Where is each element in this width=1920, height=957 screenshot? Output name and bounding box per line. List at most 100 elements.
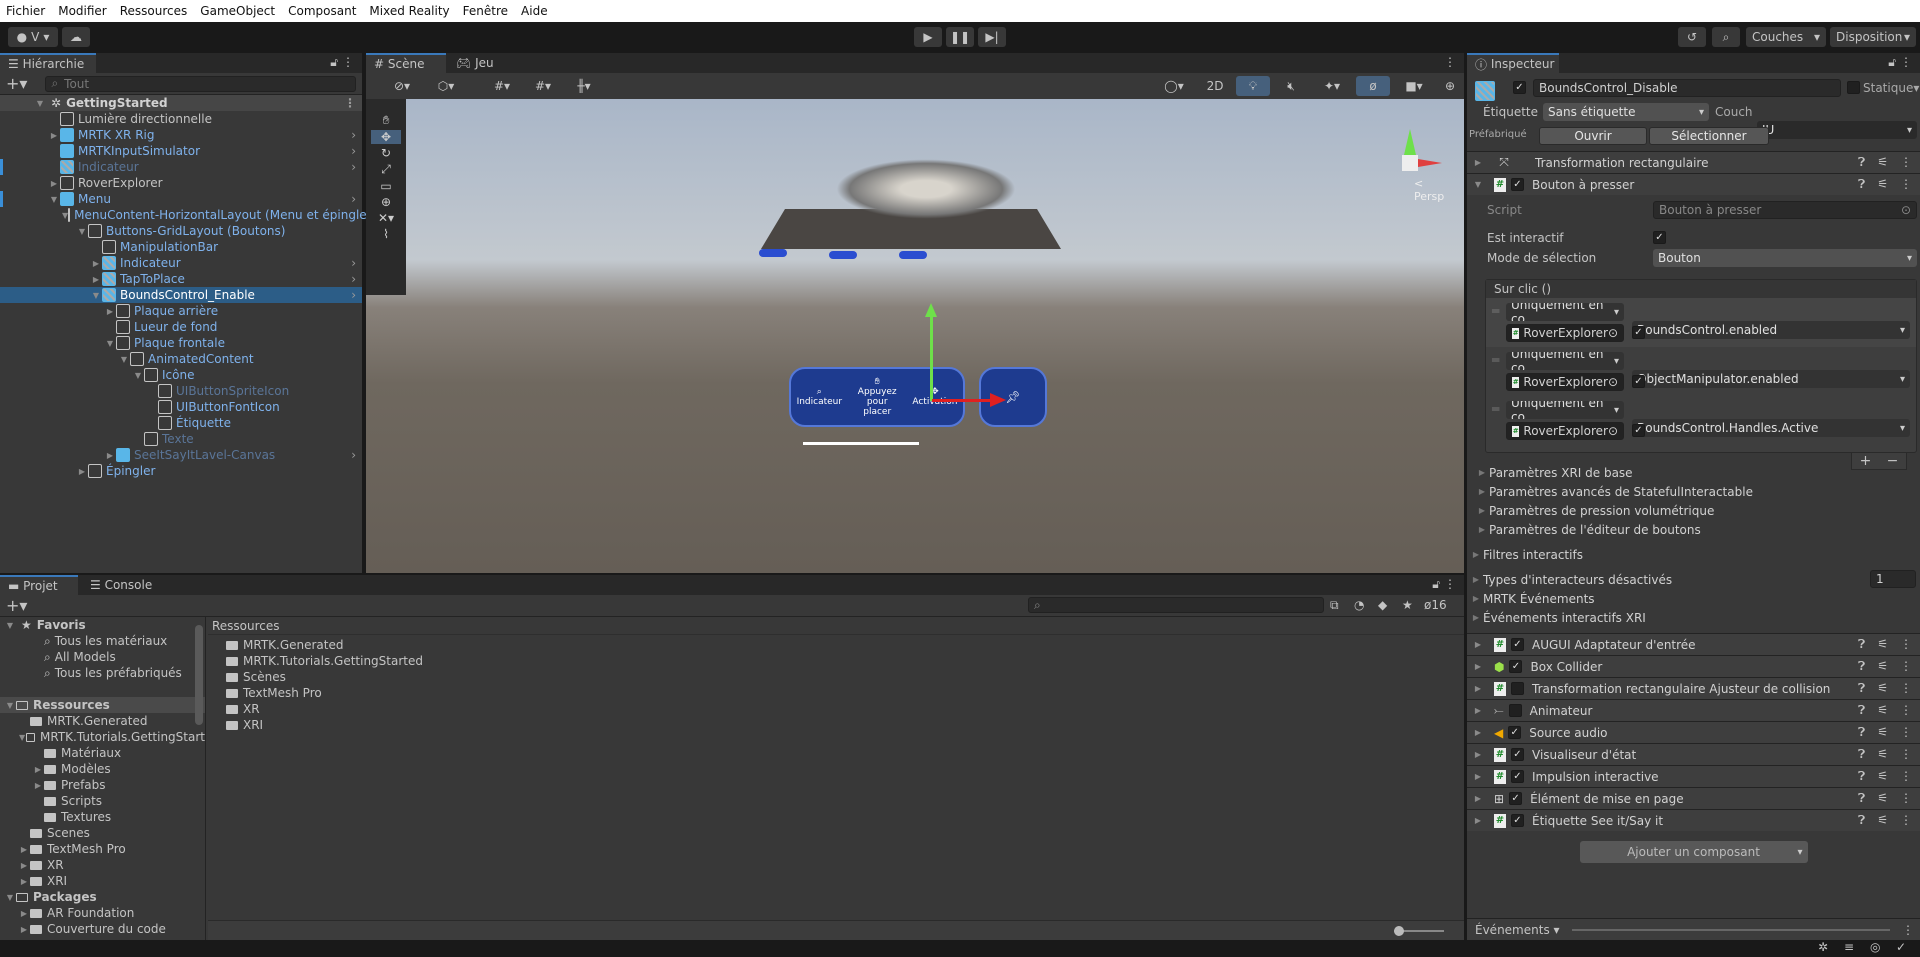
preset-icon[interactable]: ⚟ xyxy=(1877,769,1888,784)
filters-foldout[interactable]: ▶Filtres interactifs xyxy=(1467,545,1920,564)
component-header[interactable]: ▶◀✓Source audio❓︎⚟⋮ xyxy=(1467,721,1920,743)
scale-tool-icon[interactable]: ⤢ xyxy=(381,162,391,177)
hierarchy-item[interactable]: ▼Icône xyxy=(0,367,362,383)
rotate-tool-icon[interactable]: ↻ xyxy=(381,146,391,160)
camera-dropdown[interactable]: ■▾ xyxy=(1394,76,1434,96)
favorite-icon[interactable]: ★ xyxy=(1402,598,1413,612)
debug-icon[interactable]: ✲ xyxy=(1818,940,1828,954)
more-icon[interactable]: ⋮ xyxy=(1900,791,1912,806)
menu-item[interactable]: Composant xyxy=(288,4,356,18)
tag-dropdown[interactable]: Sans étiquette xyxy=(1543,103,1709,121)
transform-tool-icon[interactable]: ⊕ xyxy=(381,195,391,209)
event-function-dropdown[interactable]: ObjectManipulator.enabled xyxy=(1632,370,1910,388)
2d-toggle[interactable]: 2D xyxy=(1198,76,1232,96)
account-dropdown[interactable]: ● V▾ xyxy=(8,27,58,47)
component-header[interactable]: ▶#✓Étiquette See it/Say it❓︎⚟⋮ xyxy=(1467,809,1920,831)
history-icon[interactable]: ↺ xyxy=(1678,27,1706,47)
tree-scrollbar[interactable] xyxy=(195,625,203,725)
preset-icon[interactable]: ⚟ xyxy=(1877,725,1888,740)
project-tree-item[interactable]: ▶Couverture du code xyxy=(0,921,205,937)
preset-icon[interactable]: ⚟ xyxy=(1877,155,1888,170)
component-header[interactable]: ▶#✓Impulsion interactive❓︎⚟⋮ xyxy=(1467,765,1920,787)
static-dropdown[interactable]: Statique▾ xyxy=(1863,81,1919,95)
object-picker-icon[interactable]: ⊙ xyxy=(1608,375,1618,389)
project-tree-item[interactable]: ▶Prefabs xyxy=(0,777,205,793)
help-icon[interactable]: ❓︎ xyxy=(1858,791,1865,806)
component-enabled-checkbox[interactable]: ✓ xyxy=(1509,792,1522,805)
effects-dropdown[interactable]: ✦▾ xyxy=(1312,76,1352,96)
more-icon[interactable]: ⋮ xyxy=(1900,659,1912,674)
chevron-right-icon[interactable]: › xyxy=(351,192,356,206)
project-tree-item[interactable]: Textures xyxy=(0,809,205,825)
hierarchy-search-input[interactable]: ⌕ Tout xyxy=(45,76,356,92)
component-enabled-checkbox[interactable]: ✓ xyxy=(1511,638,1524,651)
mrtk-events-foldout[interactable]: ▶MRTK Événements xyxy=(1467,589,1920,608)
rect-tool-icon[interactable]: ▭ xyxy=(380,179,391,193)
hierarchy-item[interactable]: ▶RoverExplorer xyxy=(0,175,362,191)
menu-item[interactable]: Fenêtre xyxy=(463,4,508,18)
layers-dropdown[interactable]: Couches▾ xyxy=(1746,27,1826,47)
more-icon[interactable]: ⋮ xyxy=(1900,681,1912,696)
orientation-gizmo[interactable]: < Persp xyxy=(1376,129,1446,199)
project-tree-item[interactable]: ▶TextMesh Pro xyxy=(0,841,205,857)
hierarchy-item[interactable]: ▼Menu› xyxy=(0,191,362,207)
audio-toggle[interactable]: 🔇︎ xyxy=(1274,76,1308,96)
component-enabled-checkbox[interactable]: ✓ xyxy=(1508,726,1521,739)
hierarchy-item[interactable]: ▶Plaque arrière xyxy=(0,303,362,319)
check-icon[interactable]: ✓ xyxy=(1896,940,1906,954)
select-prefab-button[interactable]: Sélectionner xyxy=(1649,127,1769,145)
preset-icon[interactable]: ⚟ xyxy=(1877,791,1888,806)
scene-viewport[interactable]: ✋︎✥↻⤢▭⊕✕▾⌇ ⌕Indicateur ✋︎Appuyez pour pl… xyxy=(366,99,1464,573)
component-header[interactable]: ▶⤚Animateur❓︎⚟⋮ xyxy=(1467,699,1920,721)
chevron-right-icon[interactable]: › xyxy=(351,272,356,286)
component-enabled-checkbox[interactable]: ✓ xyxy=(1511,748,1524,761)
event-target-field[interactable]: #RoverExplorer⊙ xyxy=(1506,373,1624,391)
project-tree-item[interactable]: ▶XR xyxy=(0,857,205,873)
settings-foldout[interactable]: ▶Paramètres avancés de StatefulInteracta… xyxy=(1475,482,1920,501)
event-target-field[interactable]: #RoverExplorer⊙ xyxy=(1506,324,1624,342)
increment-dropdown[interactable]: ╫▾ xyxy=(564,76,604,96)
tab-project[interactable]: ▬ Projet xyxy=(0,575,78,595)
expand-arrow-icon[interactable]: ▶ xyxy=(104,307,116,316)
folder-item[interactable]: TextMesh Pro xyxy=(226,685,1464,701)
project-tree-item[interactable]: ⌕Tous les préfabriqués xyxy=(0,665,205,681)
project-tree-item[interactable]: ▶AR Foundation xyxy=(0,905,205,921)
create-button[interactable]: +▾ xyxy=(6,596,27,615)
breadcrumb[interactable]: Ressources xyxy=(208,617,1464,635)
event-argument-checkbox[interactable]: ✓ xyxy=(1632,424,1645,437)
more-icon[interactable]: ⋮ xyxy=(1900,637,1912,652)
hierarchy-item[interactable]: Texte xyxy=(0,431,362,447)
menu-item[interactable]: Aide xyxy=(521,4,548,18)
component-enabled-checkbox[interactable]: ✓ xyxy=(1511,178,1524,191)
component-enabled-checkbox[interactable] xyxy=(1509,704,1522,717)
event-argument-checkbox[interactable]: ✓ xyxy=(1632,326,1645,339)
menu-item[interactable]: Ressources xyxy=(120,4,188,18)
project-tree-item[interactable]: Scenes xyxy=(0,825,205,841)
more-icon[interactable]: ⋮ xyxy=(1444,577,1456,591)
expand-arrow-icon[interactable]: ▶ xyxy=(90,259,102,268)
custom-tool-icon[interactable]: ✕▾ xyxy=(378,211,394,225)
expand-arrow-icon[interactable]: ▼ xyxy=(48,195,60,204)
settings-foldout[interactable]: ▶Paramètres de pression volumétrique xyxy=(1475,501,1920,520)
expand-arrow-icon[interactable]: ▼ xyxy=(132,371,144,380)
more-icon[interactable]: ⋮ xyxy=(342,55,354,69)
more-icon[interactable]: ⋮ xyxy=(1900,55,1912,69)
event-target-field[interactable]: #RoverExplorer⊙ xyxy=(1506,422,1624,440)
component-header[interactable]: ▶#Transformation rectangulaire Ajusteur … xyxy=(1467,677,1920,699)
menu-item[interactable]: Modifier xyxy=(58,4,107,18)
hierarchy-item[interactable]: ▶Indicateur› xyxy=(0,255,362,271)
disabled-types-foldout[interactable]: ▶Types d'interacteurs désactivés1 xyxy=(1467,570,1920,589)
tab-hierarchy[interactable]: ☰ Hiérarchie xyxy=(0,53,96,73)
expand-arrow-icon[interactable]: ▶ xyxy=(76,467,88,476)
help-icon[interactable]: ❓︎ xyxy=(1858,177,1865,192)
more-icon[interactable]: ⋮ xyxy=(1900,769,1912,784)
expand-arrow-icon[interactable]: ▼ xyxy=(90,291,102,300)
search-by-type-icon[interactable]: ⧉ xyxy=(1330,598,1339,613)
open-prefab-button[interactable]: Ouvrir xyxy=(1539,127,1647,145)
scene-row[interactable]: ▼✲GettingStarted⋮ xyxy=(0,95,362,111)
preset-icon[interactable]: ⚟ xyxy=(1877,703,1888,718)
indicator-button[interactable]: ⌕Indicateur xyxy=(797,387,843,407)
snap-dropdown[interactable]: #▾ xyxy=(526,76,560,96)
search-icon[interactable]: ⌕ xyxy=(1712,27,1740,47)
xri-events-foldout[interactable]: ▶Événements interactifs XRI xyxy=(1467,608,1920,627)
